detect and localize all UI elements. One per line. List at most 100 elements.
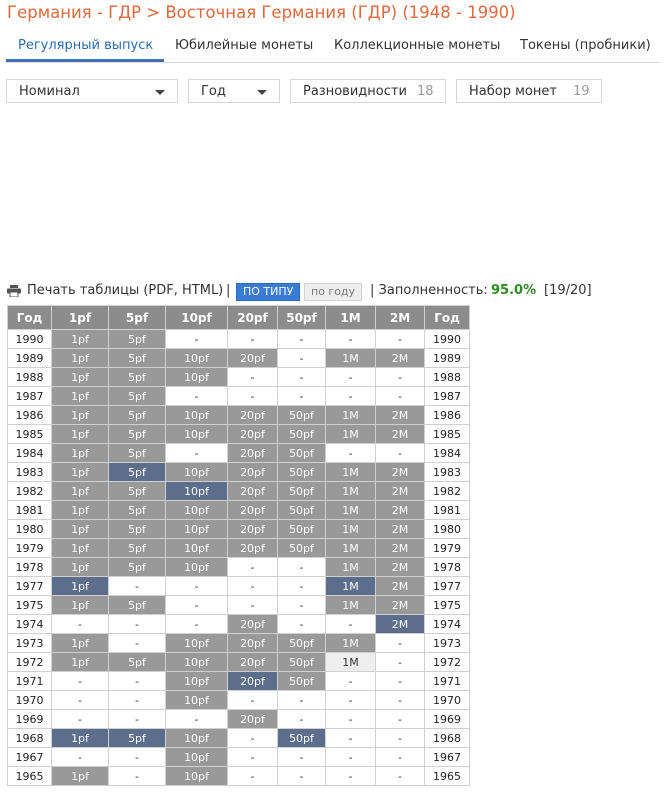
coin-cell-1m[interactable]: 1M: [325, 405, 376, 425]
coin-cell-2m[interactable]: 2M: [375, 538, 425, 558]
column-header-1m[interactable]: 1M: [325, 305, 376, 330]
row-year-right[interactable]: 1983: [424, 462, 470, 482]
row-year[interactable]: 1980: [7, 519, 52, 539]
coin-cell-50pf[interactable]: 50pf: [277, 500, 326, 520]
row-year-right[interactable]: 1969: [424, 709, 470, 729]
coin-cell-10pf[interactable]: 10pf: [165, 766, 228, 786]
coin-cell-50pf[interactable]: 50pf: [277, 481, 326, 501]
row-year-right[interactable]: 1986: [424, 405, 470, 425]
coin-cell-50pf[interactable]: 50pf: [277, 652, 326, 672]
tab-commemorative[interactable]: Юбилейные монеты: [175, 38, 313, 53]
row-year[interactable]: 1978: [7, 557, 52, 577]
row-year-right[interactable]: 1975: [424, 595, 470, 615]
coin-cell-20pf[interactable]: 20pf: [227, 405, 278, 425]
coin-cell-1pf[interactable]: 1pf: [51, 519, 109, 539]
coin-cell-10pf[interactable]: 10pf: [165, 481, 228, 501]
coin-cell-1m[interactable]: 1M: [325, 576, 376, 596]
coin-cell-1pf[interactable]: 1pf: [51, 329, 109, 349]
row-year[interactable]: 1967: [7, 747, 52, 767]
coin-cell-20pf[interactable]: 20pf: [227, 633, 278, 653]
row-year[interactable]: 1981: [7, 500, 52, 520]
row-year-right[interactable]: 1985: [424, 424, 470, 444]
tab-collector[interactable]: Коллекционные монеты: [334, 38, 500, 53]
row-year-right[interactable]: 1984: [424, 443, 470, 463]
coin-cell-50pf[interactable]: 50pf: [277, 538, 326, 558]
coin-cell-1pf[interactable]: 1pf: [51, 557, 109, 577]
coin-cell-20pf[interactable]: 20pf: [227, 500, 278, 520]
coin-cell-1pf[interactable]: 1pf: [51, 367, 109, 387]
coin-cell-20pf[interactable]: 20pf: [227, 462, 278, 482]
coin-cell-5pf[interactable]: 5pf: [108, 557, 166, 577]
coin-cell-2m[interactable]: 2M: [375, 405, 425, 425]
sort-by-type-button[interactable]: ПО ТИПУ: [236, 283, 301, 301]
row-year-right[interactable]: 1987: [424, 386, 470, 406]
coin-cell-5pf[interactable]: 5pf: [108, 500, 166, 520]
coin-cell-5pf[interactable]: 5pf: [108, 728, 166, 748]
coin-cell-10pf[interactable]: 10pf: [165, 538, 228, 558]
row-year[interactable]: 1971: [7, 671, 52, 691]
coin-cell-1pf[interactable]: 1pf: [51, 500, 109, 520]
coin-cell-20pf[interactable]: 20pf: [227, 481, 278, 501]
coin-cell-2m[interactable]: 2M: [375, 500, 425, 520]
coin-cell-1m[interactable]: 1M: [325, 481, 376, 501]
coin-cell-1m[interactable]: 1M: [325, 500, 376, 520]
column-header-1pf[interactable]: 1pf: [51, 305, 109, 330]
coin-cell-2m[interactable]: 2M: [375, 462, 425, 482]
coin-cell-1m[interactable]: 1M: [325, 348, 376, 368]
coin-cell-10pf[interactable]: 10pf: [165, 367, 228, 387]
coin-cell-10pf[interactable]: 10pf: [165, 633, 228, 653]
row-year-right[interactable]: 1981: [424, 500, 470, 520]
coin-cell-1m[interactable]: 1M: [325, 519, 376, 539]
coin-cell-10pf[interactable]: 10pf: [165, 424, 228, 444]
coin-cell-2m[interactable]: 2M: [375, 519, 425, 539]
tab-regular-issue[interactable]: Регулярный выпуск: [18, 38, 153, 53]
coin-cell-5pf[interactable]: 5pf: [108, 348, 166, 368]
coin-cell-5pf[interactable]: 5pf: [108, 481, 166, 501]
title-country-link[interactable]: Германия - ГДР: [7, 3, 141, 22]
coin-cell-1m[interactable]: 1M: [325, 462, 376, 482]
denomination-dropdown[interactable]: Номинал: [6, 79, 178, 103]
coin-cell-2m[interactable]: 2M: [375, 481, 425, 501]
column-header-50pf[interactable]: 50pf: [277, 305, 326, 330]
coin-cell-1pf[interactable]: 1pf: [51, 443, 109, 463]
row-year-right[interactable]: 1979: [424, 538, 470, 558]
row-year[interactable]: 1985: [7, 424, 52, 444]
coin-cell-10pf[interactable]: 10pf: [165, 557, 228, 577]
coin-cell-1m[interactable]: 1M: [325, 633, 376, 653]
coin-cell-2m[interactable]: 2M: [375, 348, 425, 368]
coin-cell-5pf[interactable]: 5pf: [108, 329, 166, 349]
coin-cell-1m[interactable]: 1M: [325, 652, 376, 672]
row-year[interactable]: 1970: [7, 690, 52, 710]
coin-cell-5pf[interactable]: 5pf: [108, 652, 166, 672]
coin-cell-20pf[interactable]: 20pf: [227, 443, 278, 463]
row-year[interactable]: 1965: [7, 766, 52, 786]
row-year-right[interactable]: 1978: [424, 557, 470, 577]
row-year[interactable]: 1990: [7, 329, 52, 349]
row-year[interactable]: 1969: [7, 709, 52, 729]
coin-cell-1m[interactable]: 1M: [325, 595, 376, 615]
row-year-right[interactable]: 1974: [424, 614, 470, 634]
row-year-right[interactable]: 1965: [424, 766, 470, 786]
coin-cell-1pf[interactable]: 1pf: [51, 462, 109, 482]
coin-cell-20pf[interactable]: 20pf: [227, 709, 278, 729]
coin-cell-10pf[interactable]: 10pf: [165, 671, 228, 691]
coin-cell-5pf[interactable]: 5pf: [108, 424, 166, 444]
coin-cell-2m[interactable]: 2M: [375, 557, 425, 577]
coin-cell-2m[interactable]: 2M: [375, 576, 425, 596]
tab-tokens[interactable]: Токены (пробники): [520, 38, 651, 53]
coin-cell-50pf[interactable]: 50pf: [277, 728, 326, 748]
coin-cell-1pf[interactable]: 1pf: [51, 633, 109, 653]
coin-cell-1m[interactable]: 1M: [325, 557, 376, 577]
coin-cell-20pf[interactable]: 20pf: [227, 348, 278, 368]
coin-cell-5pf[interactable]: 5pf: [108, 538, 166, 558]
row-year-right[interactable]: 1971: [424, 671, 470, 691]
row-year[interactable]: 1977: [7, 576, 52, 596]
coin-cell-10pf[interactable]: 10pf: [165, 652, 228, 672]
coin-cell-10pf[interactable]: 10pf: [165, 500, 228, 520]
coin-cell-10pf[interactable]: 10pf: [165, 690, 228, 710]
print-table-link[interactable]: Печать таблицы (PDF, HTML): [27, 283, 223, 298]
coin-cell-1pf[interactable]: 1pf: [51, 728, 109, 748]
coin-cell-1pf[interactable]: 1pf: [51, 652, 109, 672]
row-year-right[interactable]: 1968: [424, 728, 470, 748]
varieties-button[interactable]: Разновидности 18: [290, 79, 446, 103]
